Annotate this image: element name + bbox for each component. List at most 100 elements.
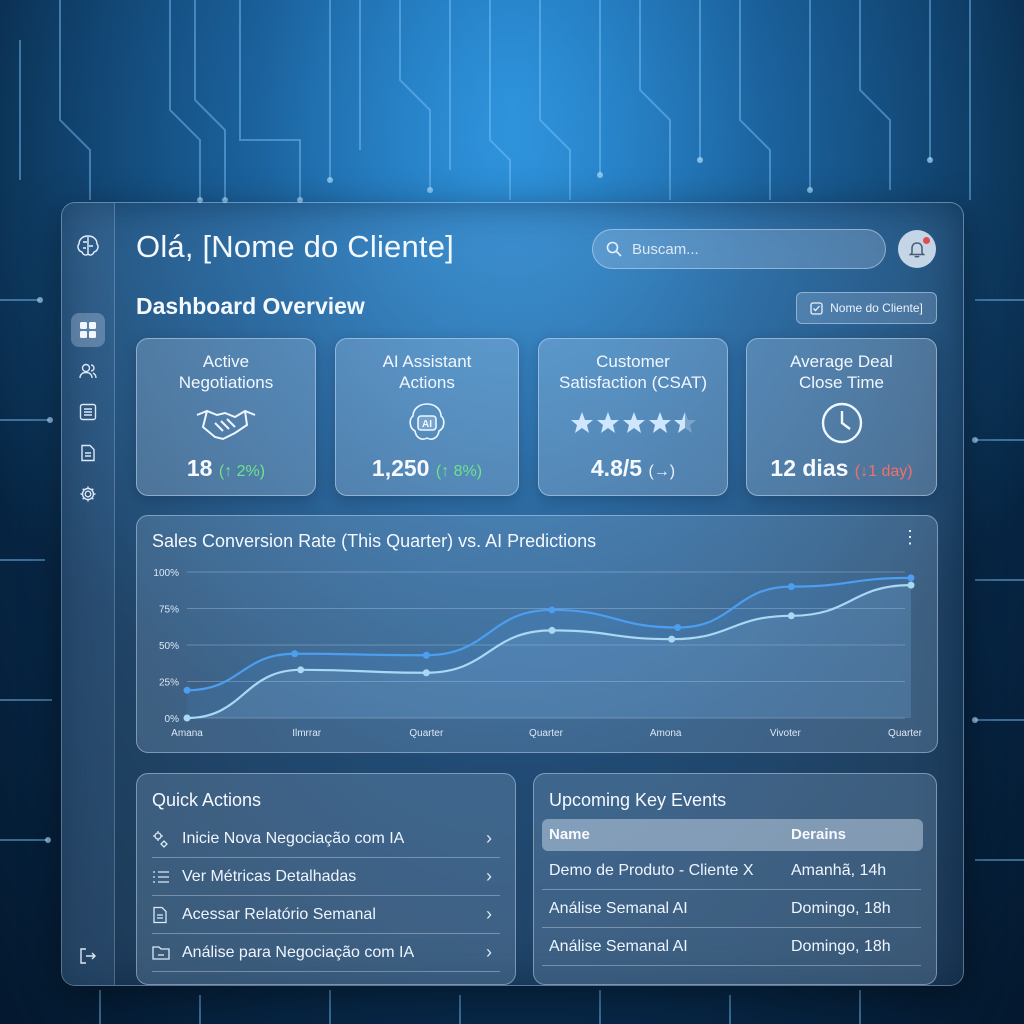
quick-action-new-negotiation[interactable]: Inicie Nova Negociação com IA › (152, 820, 500, 858)
page-title: Olá, [Nome do Cliente] (136, 229, 454, 264)
data-point (183, 686, 191, 694)
data-point (787, 583, 795, 591)
kpi-card-csat[interactable]: Customer Satisfaction (CSAT) 4.8/5 (→) (538, 338, 728, 496)
list-icon (79, 403, 97, 421)
chevron-right-icon: › (486, 866, 492, 886)
kpi-value: 1,250 (↑ 8%) (371, 455, 483, 481)
kpi-title: Customer Satisfaction (CSAT) (558, 352, 707, 392)
dashboard-grid-icon (80, 322, 96, 338)
column-header-name: Name (549, 826, 590, 843)
data-point (548, 626, 556, 634)
logout-icon (80, 948, 96, 964)
line-chart: 0% 25% 50% 75% 100% Amana Ilmrrar Quarter Quarte… (153, 568, 923, 739)
kpi-delta: (↓1 day) (854, 463, 913, 480)
search-icon (606, 241, 622, 257)
data-point (183, 714, 191, 722)
sidebar (62, 203, 115, 985)
kpi-card-ai-actions[interactable]: AI Assistant Actions AI 1,250 (↑ 8%) (335, 338, 519, 496)
quick-action-weekly-report[interactable]: Acessar Relatório Semanal › (152, 896, 500, 934)
kpi-title: Average Deal Close Time (790, 352, 893, 392)
folder-icon (152, 945, 170, 960)
handshake-icon (137, 401, 315, 445)
kpi-title: Active Negotiations (178, 352, 274, 392)
data-point (907, 581, 915, 589)
chevron-right-icon: › (486, 942, 492, 962)
client-selector-button[interactable]: Nome do Cliente] (796, 292, 937, 324)
ai-brain-logo-icon (71, 229, 105, 263)
event-time: Amanhã, 14h (791, 862, 887, 879)
sidebar-item-settings[interactable] (71, 477, 105, 511)
y-tick-label: 100% (153, 568, 179, 579)
client-button-label: Nome do Cliente] (830, 301, 923, 315)
y-tick-label: 50% (159, 641, 179, 652)
logout-button[interactable] (71, 939, 105, 973)
sidebar-item-users[interactable] (71, 354, 105, 388)
chevron-right-icon: › (486, 904, 492, 924)
data-point (297, 666, 305, 674)
table-row[interactable]: Demo de Produto - Cliente X Amanhã, 14h (542, 852, 921, 890)
ai-brain-icon: AI (336, 401, 518, 445)
kpi-card-close-time[interactable]: Average Deal Close Time 12 dias (↓1 day) (746, 338, 937, 496)
kpi-card-active-negotiations[interactable]: Active Negotiations 18 (↑ 2%) (136, 338, 316, 496)
quick-action-metrics[interactable]: Ver Métricas Detalhadas › (152, 858, 500, 896)
x-tick-label: Amona (650, 728, 682, 739)
x-tick-label: Amana (171, 728, 203, 739)
sidebar-item-documents[interactable] (71, 436, 105, 470)
chevron-right-icon: › (486, 828, 492, 848)
column-header-details: Derains (791, 826, 847, 843)
event-name: Análise Semanal AI (549, 900, 688, 917)
quick-action-label: Análise para Negociação com IA (182, 943, 415, 961)
y-tick-label: 75% (159, 605, 179, 616)
document-icon (153, 906, 167, 923)
event-time: Domingo, 18h (791, 938, 891, 955)
kpi-title: AI Assistant Actions (382, 352, 472, 392)
search-input[interactable] (630, 239, 864, 259)
data-point (422, 651, 430, 659)
gear-icon (80, 486, 96, 502)
kpi-value: 18 (↑ 2%) (186, 455, 266, 481)
quick-actions-title: Quick Actions (152, 790, 262, 810)
x-tick-label: Quarter (409, 728, 444, 739)
conversion-chart-panel: Sales Conversion Rate (This Quarter) vs.… (136, 515, 938, 753)
kpi-value: 4.8/5 (→) (590, 455, 676, 481)
section-title: Dashboard Overview (136, 293, 365, 319)
table-row[interactable]: Análise Semanal AI Domingo, 18h (542, 928, 921, 966)
list-icon (153, 870, 169, 883)
event-name: Demo de Produto - Cliente X (549, 862, 754, 879)
notifications-button[interactable] (898, 230, 936, 268)
data-point (907, 574, 915, 582)
data-point (668, 635, 676, 643)
quick-action-label: Ver Métricas Detalhadas (182, 867, 357, 885)
data-point (548, 606, 556, 614)
data-point (291, 650, 299, 658)
quick-action-ai-analysis[interactable]: Análise para Negociação com IA › (152, 934, 500, 972)
svg-text:AI: AI (422, 419, 432, 430)
y-tick-label: 25% (159, 678, 179, 689)
table-row[interactable]: Análise Semanal AI Domingo, 18h (542, 890, 921, 928)
star-rating-icon (539, 401, 727, 445)
y-tick-label: 0% (165, 714, 180, 725)
quick-action-label: Acessar Relatório Semanal (182, 905, 376, 923)
users-icon (79, 363, 97, 379)
dashboard-window: Olá, [Nome do Cliente] Dashboard Overvie… (61, 202, 964, 986)
x-tick-label: Quarter (529, 728, 564, 739)
search-bar[interactable] (592, 229, 886, 269)
notification-badge (923, 237, 930, 244)
events-table-header: Name Derains (542, 819, 923, 851)
kpi-delta: (→) (648, 463, 676, 480)
kpi-value: 12 dias (↓1 day) (770, 455, 913, 481)
sidebar-item-reports[interactable] (71, 395, 105, 429)
x-tick-label: Quarter (888, 728, 923, 739)
kpi-delta: (↑ 2%) (218, 463, 266, 480)
data-point (787, 612, 795, 620)
x-tick-label: Ilmrrar (292, 728, 322, 739)
upcoming-events-panel: Upcoming Key Events Name Derains Demo de… (533, 773, 937, 985)
ai-negotiation-icon (153, 830, 168, 848)
quick-actions-panel: Quick Actions Inicie Nova Negociação com… (136, 773, 516, 985)
clock-icon (747, 401, 936, 445)
event-time: Domingo, 18h (791, 900, 891, 917)
checkbox-edit-icon (810, 301, 823, 315)
sidebar-item-dashboard[interactable] (71, 313, 105, 347)
x-tick-label: Vivoter (770, 728, 802, 739)
quick-action-label: Inicie Nova Negociação com IA (182, 829, 405, 847)
